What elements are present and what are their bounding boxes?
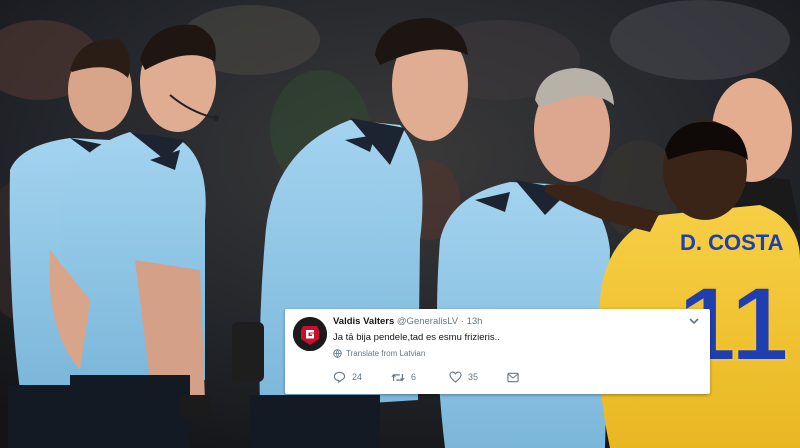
avatar[interactable] xyxy=(293,317,327,351)
retweet-button[interactable]: 6 xyxy=(391,372,449,383)
globe-icon xyxy=(333,349,342,358)
chevron-down-icon[interactable] xyxy=(688,316,700,326)
tweet-text: Ja tā bija pendele,tad es esmu frizieris… xyxy=(333,332,500,343)
tweet-author-name[interactable]: Valdis Valters xyxy=(333,316,394,327)
reply-button[interactable]: 24 xyxy=(333,371,391,383)
tweet-timestamp[interactable]: 13h xyxy=(467,316,483,327)
translate-label: Translate from Latvian xyxy=(346,349,426,358)
retweet-icon xyxy=(391,373,405,381)
tweet-header: Valdis Valters @GeneralisLV · 13h xyxy=(333,316,482,327)
avatar-logo-icon xyxy=(293,317,327,351)
direct-message-icon xyxy=(507,372,519,382)
reply-icon xyxy=(333,371,346,383)
translate-link[interactable]: Translate from Latvian xyxy=(333,349,425,358)
jersey-name: D. COSTA xyxy=(680,230,784,255)
retweet-count: 6 xyxy=(411,372,417,382)
dot-separator: · xyxy=(460,316,464,327)
heart-icon xyxy=(449,371,462,383)
tweet-author-handle[interactable]: @GeneralisLV xyxy=(397,316,458,327)
tweet-actions: 24 6 35 xyxy=(333,371,519,383)
like-count: 35 xyxy=(468,372,479,382)
tweet-card[interactable]: Valdis Valters @GeneralisLV · 13h Ja tā … xyxy=(285,309,710,394)
reply-count: 24 xyxy=(352,372,363,382)
direct-message-button[interactable] xyxy=(507,372,519,383)
like-button[interactable]: 35 xyxy=(449,371,507,383)
